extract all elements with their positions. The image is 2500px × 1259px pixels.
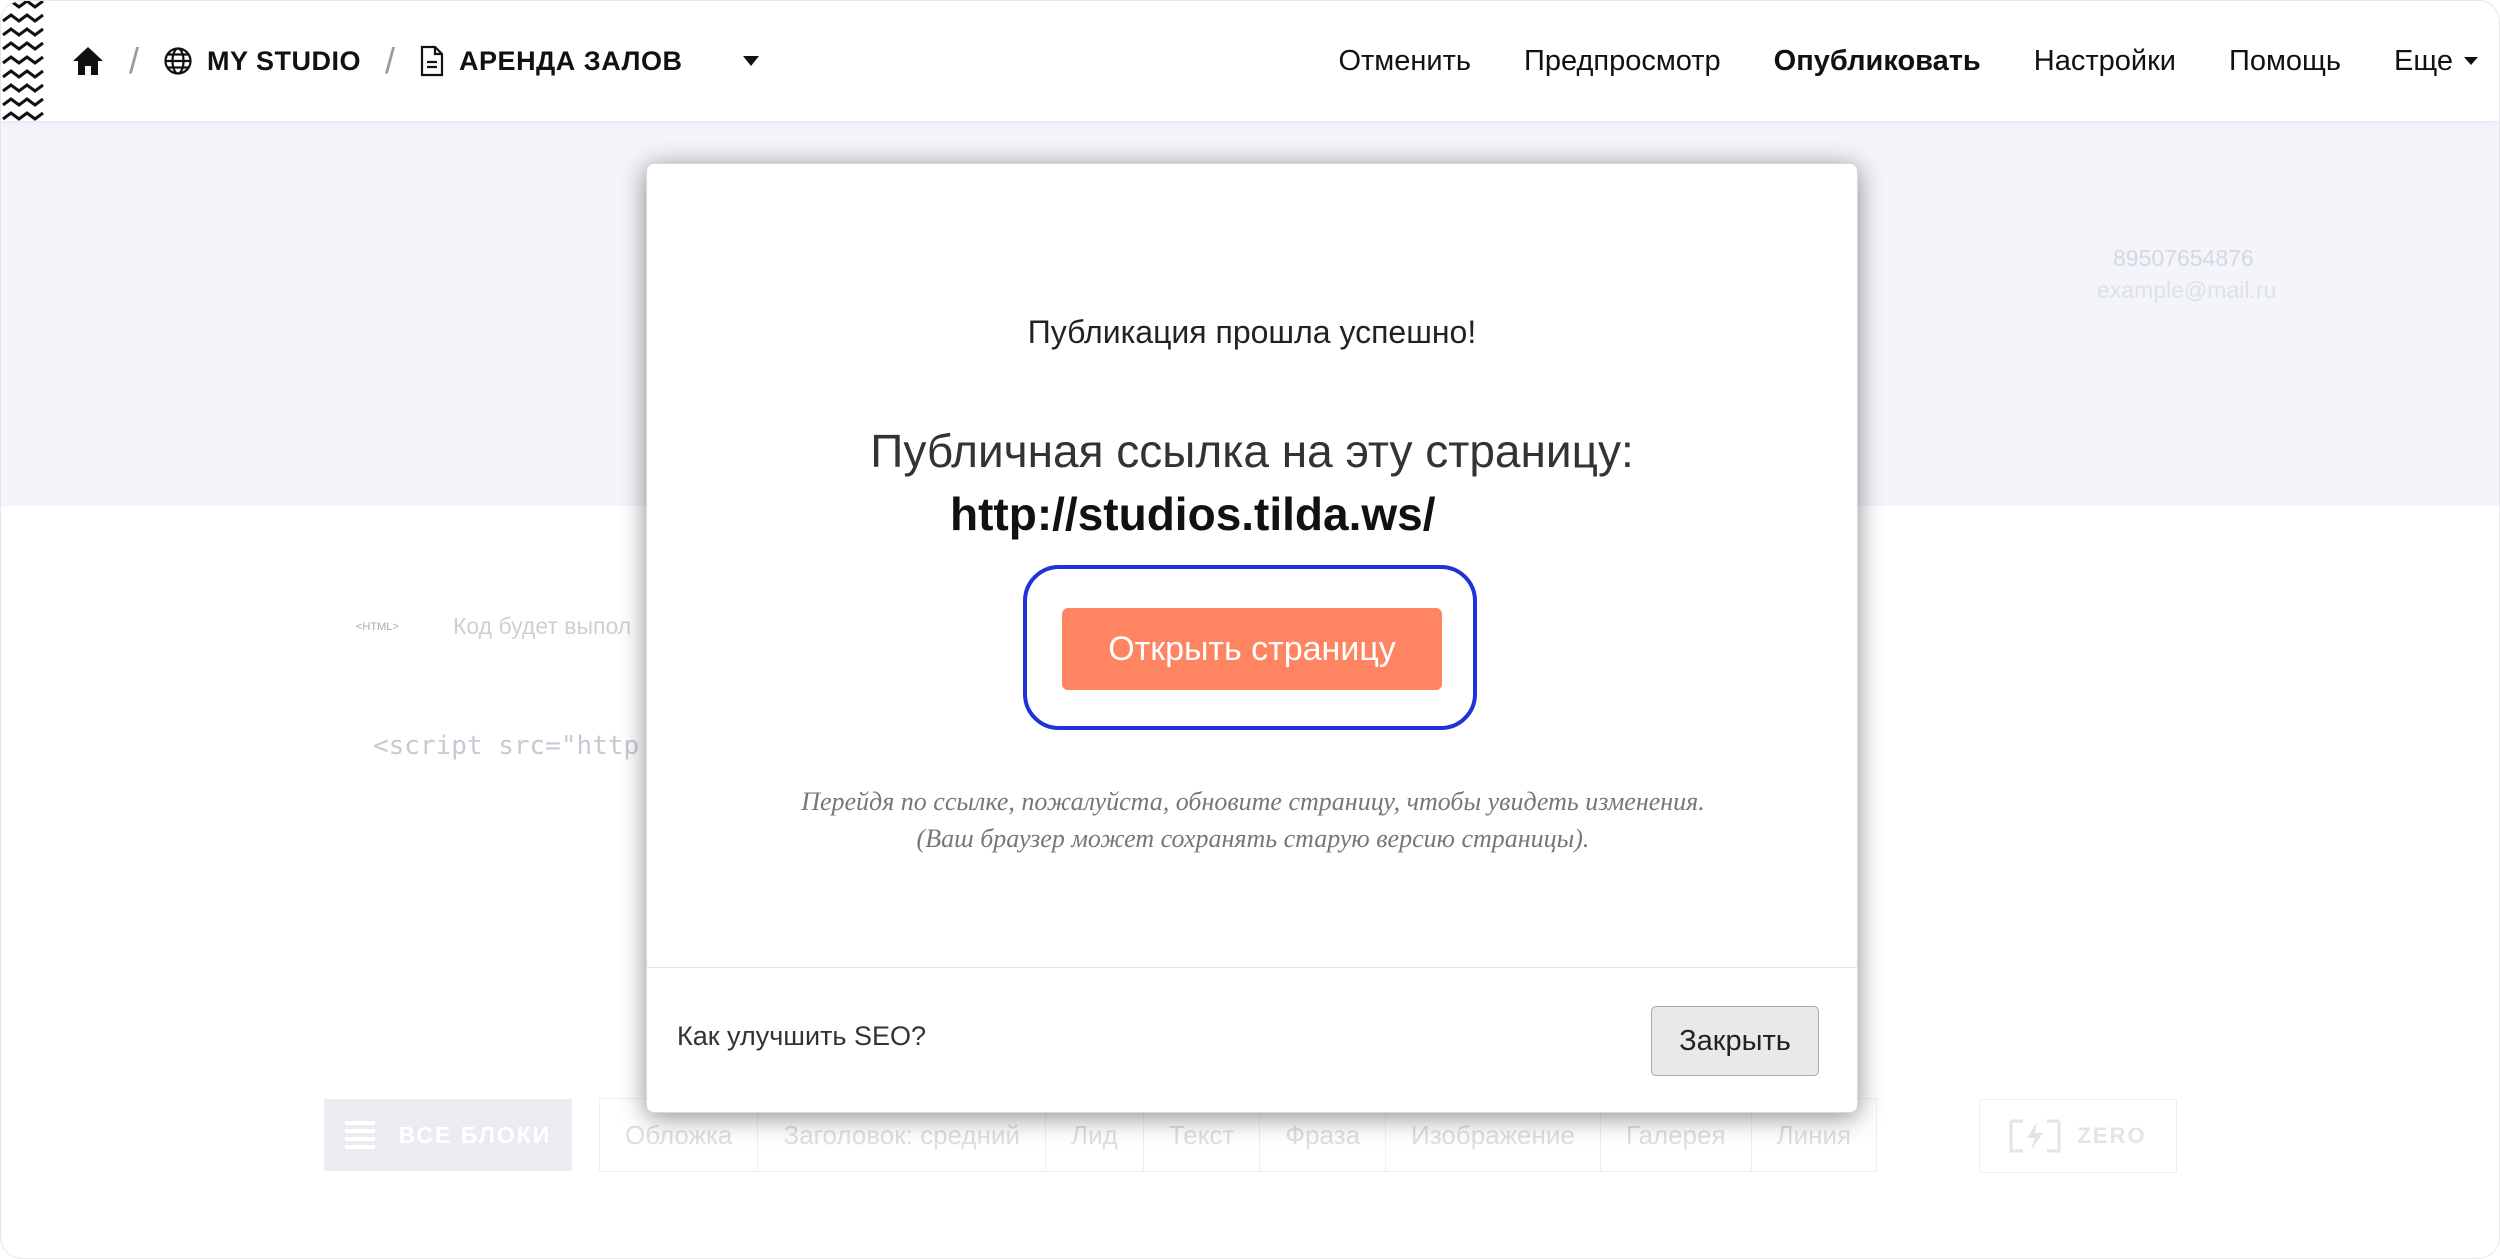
breadcrumb-separator: /	[385, 40, 396, 81]
breadcrumb: / MY STUDIO / АРЕНДА ЗАЛОВ	[71, 1, 760, 121]
home-icon[interactable]	[71, 45, 105, 77]
lightning-frame-icon	[2009, 1119, 2061, 1153]
caret-down-icon	[2464, 57, 2478, 65]
zero-block-button[interactable]: ZERO	[1979, 1099, 2177, 1173]
script-code-line: <script src="http	[373, 731, 640, 761]
public-link-label: Публичная ссылка на эту страницу:	[870, 425, 1634, 477]
breadcrumb-page[interactable]: АРЕНДА ЗАЛОВ	[459, 46, 682, 77]
globe-icon	[163, 46, 193, 76]
document-icon	[419, 45, 445, 77]
preview-button[interactable]: Предпросмотр	[1524, 45, 1721, 78]
all-blocks-button[interactable]: ВСЕ БЛОКИ	[324, 1099, 572, 1171]
top-bar: / MY STUDIO / АРЕНДА ЗАЛОВ Отменить Пред…	[1, 1, 2499, 121]
contact-phone: 89507654876	[2113, 245, 2254, 271]
close-button[interactable]: Закрыть	[1651, 1006, 1819, 1076]
help-button[interactable]: Помощь	[2229, 45, 2341, 78]
modal-divider	[647, 967, 1857, 968]
list-icon	[344, 1121, 375, 1149]
publish-success-modal: Публикация прошла успешно! Публичная ссы…	[646, 163, 1858, 1113]
breadcrumb-separator: /	[129, 40, 140, 81]
publish-button[interactable]: Опубликовать	[1774, 45, 1981, 78]
seo-help-link[interactable]: Как улучшить SEO?	[677, 1021, 926, 1052]
all-blocks-label: ВСЕ БЛОКИ	[398, 1121, 552, 1148]
zigzag-logo-icon	[2, 1, 44, 121]
open-page-button[interactable]: Открыть страницу	[1062, 608, 1442, 690]
html-block-tag: <HTML>	[356, 621, 399, 633]
refresh-note: Перейдя по ссылке, пожалуйста, обновите …	[801, 787, 1705, 853]
zero-block-label: ZERO	[2077, 1123, 2147, 1148]
breadcrumb-project[interactable]: MY STUDIO	[207, 46, 361, 77]
settings-button[interactable]: Настройки	[2034, 45, 2176, 78]
cancel-button[interactable]: Отменить	[1338, 45, 1471, 78]
more-menu-label: Еще	[2393, 44, 2453, 77]
top-nav: Отменить Предпросмотр Опубликовать Настр…	[1285, 1, 2479, 121]
code-hint: Код будет выпол	[453, 613, 632, 639]
contact-email: example@mail.ru	[2097, 277, 2277, 303]
app-window: / MY STUDIO / АРЕНДА ЗАЛОВ Отменить Пред…	[0, 0, 2500, 1259]
caret-down-icon[interactable]	[742, 55, 760, 67]
more-menu-button[interactable]: Еще	[2394, 45, 2479, 78]
success-message: Публикация прошла успешно!	[1027, 314, 1477, 350]
public-url[interactable]: http://studios.tilda.ws/	[950, 487, 1436, 541]
